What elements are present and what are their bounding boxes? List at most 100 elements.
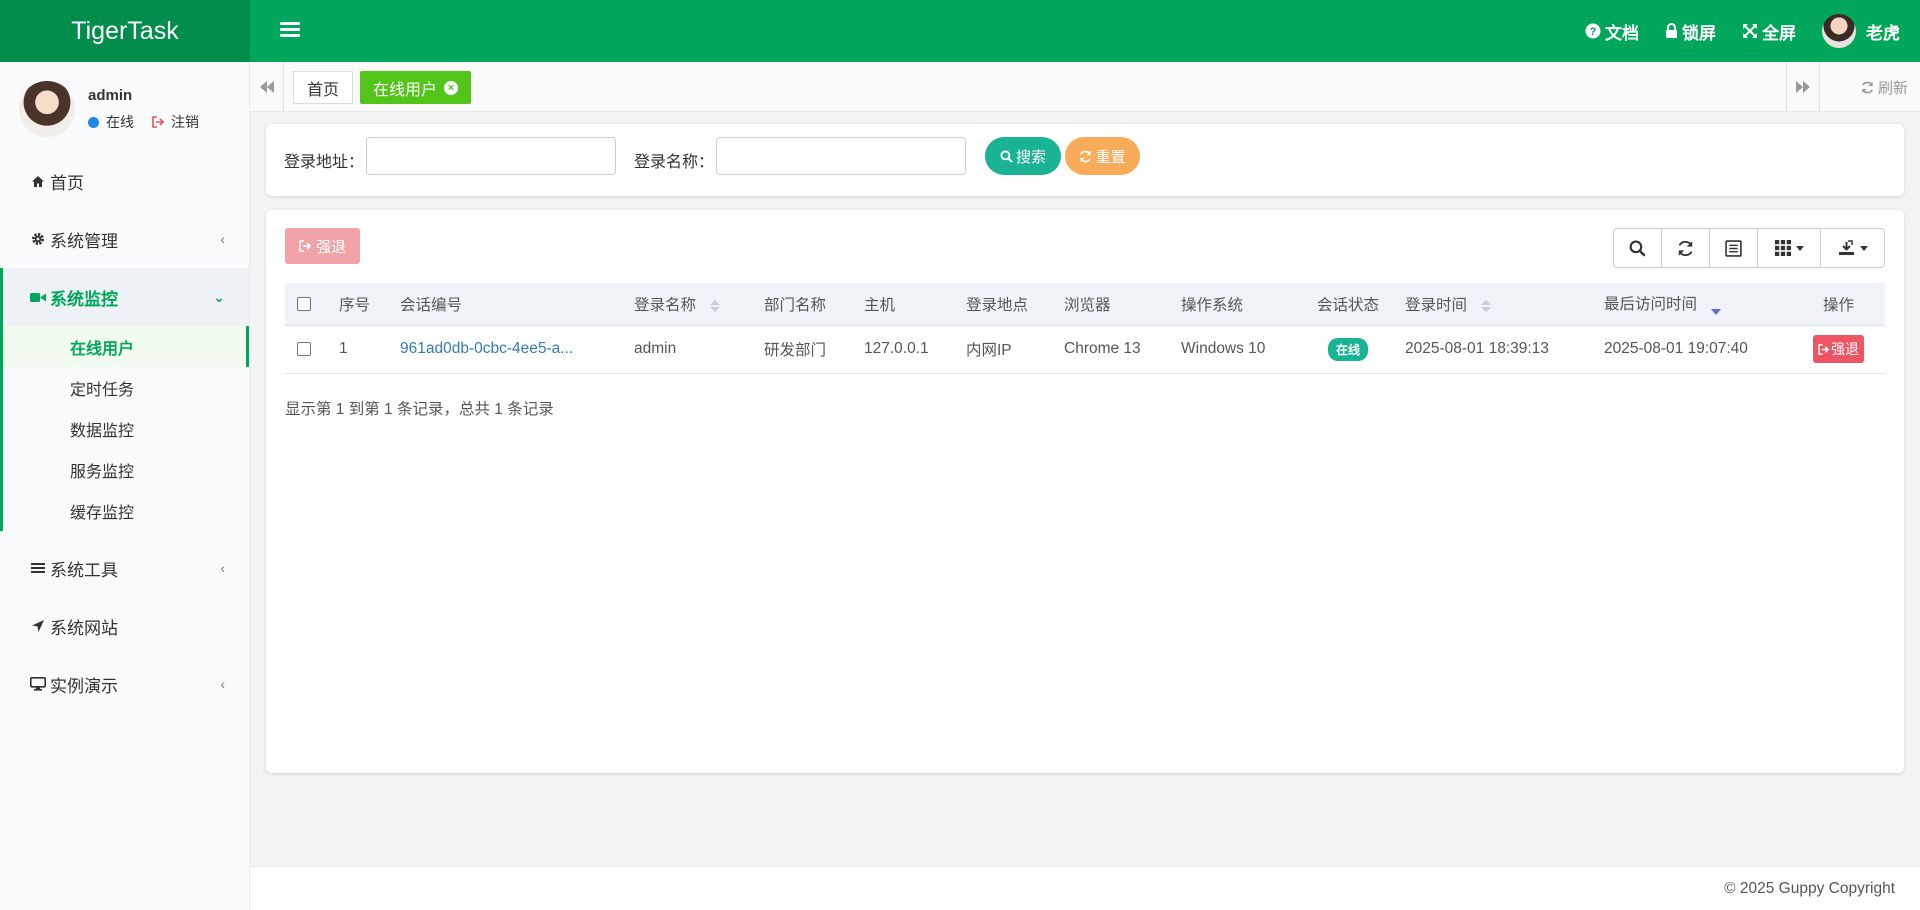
- pagination-info: 显示第 1 到第 1 条记录，总共 1 条记录: [285, 401, 554, 418]
- search-icon: [1629, 240, 1646, 257]
- tabs-scroll-left-button[interactable]: [250, 62, 284, 112]
- online-users-table: 序号 会话编号 登录名称 部门名称 主机 登录地点 浏览器 操作系统 会话状态 …: [285, 283, 1885, 374]
- search-button[interactable]: 搜索: [985, 137, 1061, 175]
- submenu-cache-monitor[interactable]: 缓存监控: [0, 490, 249, 531]
- avatar: [19, 81, 75, 137]
- sidebar-item-system-management[interactable]: 系统管理 ‹: [0, 210, 249, 268]
- tabs-scroll-right-button[interactable]: [1786, 62, 1820, 112]
- submenu-data-monitor[interactable]: 数据监控: [0, 408, 249, 449]
- fullscreen-button[interactable]: 全屏: [1742, 19, 1796, 44]
- col-index: 序号: [327, 283, 388, 326]
- docs-label: 文档: [1605, 23, 1639, 43]
- force-logout-label: 强退: [1831, 341, 1859, 357]
- cell-session-id: 961ad0db-0cbc-4ee5-a...: [388, 325, 622, 374]
- refresh-tab-button[interactable]: 刷新: [1861, 62, 1908, 112]
- login-address-label: 登录地址：: [284, 154, 365, 171]
- tab-home[interactable]: 首页: [293, 71, 354, 104]
- login-name-input[interactable]: [716, 137, 966, 175]
- sort-desc-icon: [1711, 309, 1722, 316]
- brand-logo[interactable]: TigerTask: [0, 0, 250, 62]
- sidebar-item-label: 系统网站: [50, 618, 118, 638]
- login-address-input[interactable]: [366, 137, 616, 175]
- session-id-link[interactable]: 961ad0db-0cbc-4ee5-a...: [400, 340, 573, 357]
- table-header-row: 序号 会话编号 登录名称 部门名称 主机 登录地点 浏览器 操作系统 会话状态 …: [285, 283, 1885, 326]
- login-name-label: 登录名称：: [634, 154, 715, 171]
- sidebar-item-label: 系统监控: [50, 289, 118, 309]
- svg-text:?: ?: [1590, 26, 1597, 38]
- cell-login-time: 2025-08-01 18:39:13: [1393, 325, 1592, 374]
- expand-icon: [1743, 24, 1757, 38]
- gear-icon: [30, 232, 46, 246]
- sidebar-item-home[interactable]: 首页: [0, 152, 249, 210]
- chevron-left-icon: ‹: [220, 560, 225, 576]
- tab-label: 在线用户: [373, 81, 438, 99]
- sidebar-menu-rest: 系统工具 ‹ 系统网站 实例演示 ‹: [0, 539, 249, 713]
- header-actions: ? 文档 锁屏 全屏 老虎: [1559, 0, 1900, 62]
- home-icon: [30, 175, 46, 188]
- col-login-name[interactable]: 登录名称: [622, 283, 752, 326]
- refresh-table-button[interactable]: [1662, 229, 1710, 267]
- chevron-left-icon: ‹: [220, 231, 225, 247]
- sidebar-username: admin: [88, 87, 133, 104]
- search-button-label: 搜索: [1015, 148, 1046, 166]
- table-row: 1 961ad0db-0cbc-4ee5-a... admin 研发部门 127…: [285, 325, 1885, 374]
- forward-icon: [1796, 81, 1810, 93]
- user-status: 在线 注销: [88, 112, 199, 132]
- export-dropdown-button[interactable]: [1821, 229, 1884, 267]
- lock-label: 锁屏: [1682, 23, 1716, 43]
- col-os: 操作系统: [1169, 283, 1303, 326]
- col-dept: 部门名称: [752, 283, 852, 326]
- col-location: 登录地点: [954, 283, 1052, 326]
- online-status-label: 在线: [106, 114, 134, 130]
- logout-link[interactable]: 注销: [171, 112, 199, 132]
- row-select-cell: [285, 325, 327, 374]
- header-username: 老虎: [1866, 23, 1900, 43]
- tab-bar: 首页 在线用户 × 刷新: [250, 62, 1920, 112]
- force-logout-button[interactable]: 强退: [1813, 335, 1864, 363]
- online-dot-icon: [88, 116, 99, 128]
- sidebar-menu: 首页 系统管理 ‹ 系统监控 ⌄: [0, 152, 249, 326]
- tab-online-users[interactable]: 在线用户 ×: [360, 71, 472, 104]
- sidebar-item-label: 首页: [50, 173, 84, 193]
- col-login-time[interactable]: 登录时间: [1393, 283, 1592, 326]
- col-last-access-label: 最后访问时间: [1604, 296, 1698, 314]
- fullscreen-label: 全屏: [1762, 23, 1796, 43]
- location-arrow-icon: [30, 620, 46, 632]
- batch-force-logout-button[interactable]: 强退: [285, 228, 360, 264]
- copyright-text: © 2025 Guppy Copyright: [1724, 880, 1895, 897]
- cell-dept: 研发部门: [752, 325, 852, 374]
- sidebar-item-system-website[interactable]: 系统网站: [0, 597, 249, 655]
- lock-screen-button[interactable]: 锁屏: [1665, 19, 1716, 44]
- search-form: 登录地址： 登录名称： 搜索 重置: [266, 124, 1904, 196]
- user-menu[interactable]: 老虎: [1822, 14, 1900, 48]
- col-session-id: 会话编号: [388, 283, 622, 326]
- sign-out-icon: [1818, 343, 1830, 355]
- close-icon[interactable]: ×: [444, 80, 459, 95]
- row-checkbox[interactable]: [297, 341, 311, 356]
- sign-out-icon[interactable]: [152, 116, 165, 128]
- col-login-name-label: 登录名称: [634, 296, 697, 314]
- submenu-scheduled-tasks[interactable]: 定时任务: [0, 367, 249, 408]
- sidebar-item-demo[interactable]: 实例演示 ‹: [0, 655, 249, 713]
- menu-toggle-icon[interactable]: [280, 19, 300, 43]
- col-login-time-label: 登录时间: [1405, 296, 1468, 314]
- col-status: 会话状态: [1303, 283, 1393, 326]
- lock-icon: [1666, 23, 1677, 38]
- submenu-online-users[interactable]: 在线用户: [0, 326, 249, 367]
- batch-force-logout-label: 强退: [315, 238, 346, 256]
- columns-dropdown-button[interactable]: [1758, 229, 1821, 267]
- docs-button[interactable]: ? 文档: [1585, 19, 1639, 44]
- cell-status: 在线: [1303, 325, 1393, 374]
- select-all-checkbox[interactable]: [297, 296, 311, 311]
- toggle-view-button[interactable]: [1710, 229, 1758, 267]
- sidebar-item-system-monitor[interactable]: 系统监控 ⌄: [0, 268, 249, 326]
- bars-icon: [30, 562, 46, 574]
- footer: © 2025 Guppy Copyright: [250, 866, 1920, 910]
- toggle-search-button[interactable]: [1614, 229, 1662, 267]
- col-last-access[interactable]: 最后访问时间: [1592, 283, 1792, 326]
- sidebar-item-system-tools[interactable]: 系统工具 ‹: [0, 539, 249, 597]
- desktop-icon: [30, 677, 46, 691]
- submenu-server-monitor[interactable]: 服务监控: [0, 449, 249, 490]
- reset-button[interactable]: 重置: [1065, 137, 1140, 175]
- monitor-submenu: 在线用户 定时任务 数据监控 服务监控 缓存监控: [0, 326, 249, 531]
